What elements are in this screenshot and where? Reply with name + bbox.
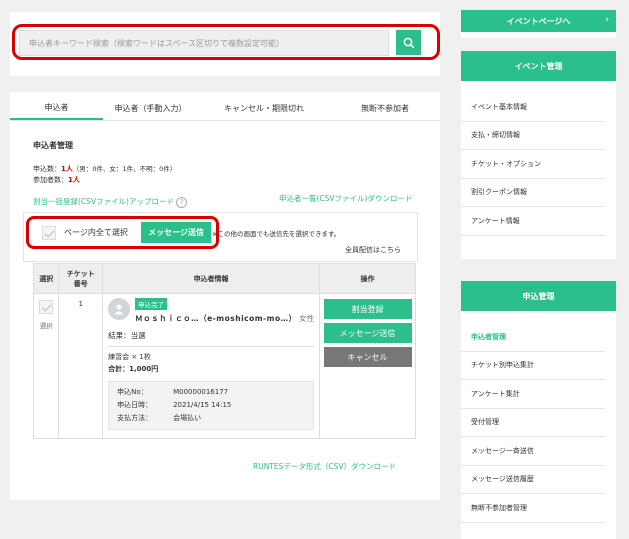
send-message-button[interactable]: メッセージ送信 — [323, 323, 412, 343]
applicant-name[interactable]: Ｍｏｓｈｉｃｏ…（e-moshicom-mo…） — [135, 314, 297, 323]
header-ticket-line1: チケット — [66, 269, 95, 278]
lottery-result: 結果：当選 — [108, 331, 146, 340]
applicant-gender: 女性 — [299, 314, 315, 323]
header-ticket-line2: 番号 — [73, 279, 88, 288]
chevron-right-icon: › — [605, 15, 609, 25]
header-applicant-info: 申込者情報 — [102, 263, 321, 294]
select-note: ※この他の画面でも送信先を選択できます。 — [212, 230, 341, 238]
tab-bar: 申込者 申込者（手動入力） キャンセル・期限切れ 無断不参加者 — [10, 97, 440, 121]
tab-cancelled-expired[interactable]: キャンセル・期限切れ — [198, 97, 330, 120]
row-select-label: 選択 — [39, 322, 53, 330]
csv-download-link[interactable]: 申込者一覧(CSVファイル)ダウンロード — [279, 193, 412, 204]
header-action: 操作 — [319, 263, 416, 294]
row-select-checkbox[interactable] — [39, 300, 54, 314]
event-page-button[interactable]: イベントページへ › — [461, 10, 616, 32]
sidebar-item-ticket-option[interactable]: チケット・オプション — [461, 150, 605, 179]
row-ticket-no: 1 — [58, 293, 104, 439]
section-title: 申込者管理 — [33, 141, 73, 150]
detail-label: 申込No： — [117, 388, 148, 396]
user-icon — [114, 304, 124, 315]
detail-row-apply-date: 申込日時： 2021/4/15 14:15 — [117, 399, 305, 412]
detail-label: 支払方法： — [117, 414, 153, 422]
bulk-upload-link[interactable]: 割当一括登録(CSVファイル)アップロード — [33, 197, 174, 206]
applicant-management-card: 申込管理 申込者管理 チケット別申込集計 アンケート集計 受付管理 メッセージ一… — [461, 281, 616, 539]
cancel-button[interactable]: キャンセル — [323, 347, 412, 367]
all-delivery-link[interactable]: 全員配信はこちら — [345, 245, 401, 255]
participant-count: 参加者数：1人 — [33, 175, 80, 185]
sidebar-item-reception[interactable]: 受付管理 — [461, 409, 605, 437]
sidebar-item-event-basic[interactable]: イベント基本情報 — [461, 93, 605, 122]
sidebar-item-payment-deadline[interactable]: 支払・締切情報 — [461, 122, 605, 150]
order-item: 練習会 × 1枚 — [108, 346, 315, 362]
applicant-count-detail: （男：0件、女：1件、不明：0件） — [72, 165, 177, 173]
table-header-row: 選択 チケット 番号 申込者情報 操作 — [32, 263, 416, 294]
runtes-download-link[interactable]: RUNTESデータ形式（CSV）ダウンロード — [253, 461, 396, 472]
help-icon[interactable]: ? — [176, 196, 188, 208]
applicant-count-value: 1人 — [61, 165, 73, 173]
detail-row-apply-no: 申込No： M00000016177 — [117, 386, 305, 399]
search-highlight-box — [12, 24, 440, 60]
detail-value: M00000016177 — [173, 388, 229, 396]
bulk-upload-link-row: 割当一括登録(CSVファイル)アップロード ? — [33, 196, 188, 208]
event-management-header: イベント管理 — [461, 51, 616, 81]
row-applicant-info: 申込完了 Ｍｏｓｈｉｃｏ…（e-moshicom-mo…） 女性 結果：当選 練… — [102, 293, 321, 439]
header-ticket-no: チケット 番号 — [58, 263, 104, 294]
applicant-count-label: 申込数： — [33, 165, 61, 173]
sidebar-item-no-show[interactable]: 無断不参加者管理 — [461, 494, 605, 523]
sidebar-item-coupon[interactable]: 割引クーポン情報 — [461, 179, 605, 207]
sidebar-item-message-history[interactable]: メッセージ送信履歴 — [461, 466, 605, 494]
row-actions: 割当登録 メッセージ送信 キャンセル — [319, 293, 416, 439]
tab-applicants[interactable]: 申込者 — [10, 97, 103, 120]
participant-count-value: 1人 — [68, 176, 80, 184]
sidebar-item-applicants[interactable]: 申込者管理 — [461, 323, 605, 352]
applicant-management-header: 申込管理 — [461, 281, 616, 311]
detail-value: 会場払い — [173, 414, 202, 422]
applicant-count: 申込数：1人（男：0件、女：1件、不明：0件） — [33, 163, 176, 174]
participant-count-label: 参加者数： — [33, 176, 68, 184]
detail-label: 申込日時： — [117, 401, 153, 409]
table-row: 選択 1 申込完了 Ｍｏｓｈｉｃｏ…（e-moshicom-mo…） 女性 結果… — [32, 293, 416, 439]
row-select-cell: 選択 — [32, 293, 60, 439]
assign-button[interactable]: 割当登録 — [323, 299, 412, 319]
detail-row-payment: 支払方法： 会場払い — [117, 412, 305, 425]
order-details: 申込No： M00000016177 申込日時： 2021/4/15 14:15 支… — [108, 381, 315, 430]
sidebar-item-survey-info[interactable]: アンケート情報 — [461, 207, 605, 236]
event-page-button-label: イベントページへ — [506, 16, 571, 26]
select-highlight-box — [26, 216, 219, 249]
tab-manual-applicants[interactable]: 申込者（手動入力） — [103, 97, 198, 120]
sidebar-item-survey-summary[interactable]: アンケート集計 — [461, 380, 605, 409]
tab-no-show[interactable]: 無断不参加者 — [330, 97, 440, 120]
avatar — [108, 298, 131, 320]
detail-value: 2021/4/15 14:15 — [173, 401, 232, 409]
applicant-table: 選択 チケット 番号 申込者情報 操作 選択 1 申込完了 Ｍｏｓｈｉｃｏ…（e… — [32, 263, 416, 439]
sidebar-item-ticket-summary[interactable]: チケット別申込集計 — [461, 352, 605, 380]
event-management-card: イベント管理 イベント基本情報 支払・締切情報 チケット・オプション 割引クーポ… — [461, 51, 616, 259]
sidebar-item-bulk-message[interactable]: メッセージ一斉送信 — [461, 437, 605, 466]
header-select: 選択 — [32, 263, 60, 294]
order-total: 合計：1,000円 — [108, 365, 159, 373]
event-page-card: イベントページへ › — [461, 10, 616, 38]
status-badge: 申込完了 — [135, 298, 168, 310]
